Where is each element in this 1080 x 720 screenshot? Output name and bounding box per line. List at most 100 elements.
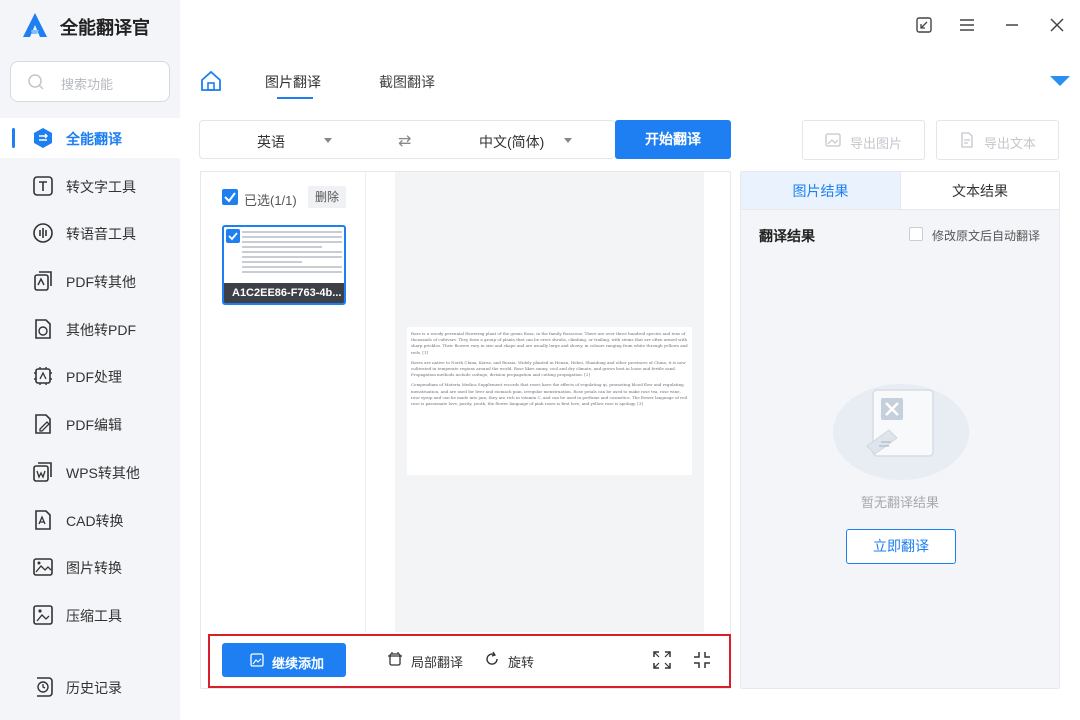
sidebar-item-label: 图片转换	[66, 560, 122, 576]
image-icon	[825, 133, 841, 147]
wps-convert-icon	[33, 462, 52, 482]
pdf-convert-icon	[34, 271, 52, 291]
continue-add-label: 继续添加	[272, 656, 325, 671]
search-icon	[28, 74, 44, 90]
sidebar-item-label: WPS转其他	[66, 465, 140, 481]
source-language-select[interactable]: 英语	[257, 132, 285, 152]
crop-icon	[388, 652, 402, 666]
minimize-icon[interactable]	[1001, 14, 1023, 36]
sidebar-item-cad-convert[interactable]: CAD转换	[0, 500, 180, 540]
translate-now-button[interactable]: 立即翻译	[846, 529, 956, 564]
fullscreen-icon[interactable]	[653, 651, 671, 669]
language-bar: 英语 ⇄ 中文(简体)	[199, 120, 615, 159]
sidebar-item-label: 转语音工具	[66, 226, 136, 242]
active-indicator	[12, 128, 15, 148]
document-paragraph: Compendium of Materia Medica Supplement …	[411, 382, 688, 407]
sidebar-item-wps-convert[interactable]: WPS转其他	[0, 452, 180, 492]
document-paragraph: Roses are native to North China, Korea, …	[411, 359, 686, 378]
document-paragraph: Rose is a woody perennial flowering plan…	[411, 331, 688, 355]
compress-icon	[33, 605, 53, 625]
exit-fullscreen-icon[interactable]	[693, 651, 711, 669]
active-tab-underline	[277, 97, 313, 99]
document-icon	[961, 132, 973, 148]
delete-button[interactable]: 删除	[308, 186, 346, 208]
translate-icon	[34, 128, 52, 148]
collapse-arrow-icon[interactable]	[1050, 76, 1070, 86]
text-tool-icon	[33, 176, 53, 196]
partial-translate-label: 局部翻译	[411, 655, 464, 670]
sidebar-item-label: 压缩工具	[66, 608, 122, 624]
empty-result-text: 暂无翻译结果	[860, 495, 939, 510]
source-panel: 已选(1/1) 删除 A1C2EE86-F763-4b... Rose is a…	[200, 171, 731, 689]
thumbnail-checkbox[interactable]	[226, 229, 240, 243]
sidebar-item-compress[interactable]: 压缩工具	[0, 595, 180, 635]
preview-toolbar: 继续添加 局部翻译 旋转	[201, 632, 730, 688]
sidebar-item-to-pdf[interactable]: 其他转PDF	[0, 309, 180, 349]
start-translate-button[interactable]: 开始翻译	[615, 120, 731, 159]
document-preview: Rose is a woody perennial flowering plan…	[407, 327, 692, 475]
sidebar-item-pdf-process[interactable]: PDF处理	[0, 356, 180, 396]
auto-translate-checkbox[interactable]	[909, 227, 923, 241]
title-bar	[180, 0, 1080, 50]
sidebar-item-image-convert[interactable]: 图片转换	[0, 547, 180, 587]
sidebar-item-pdf-convert[interactable]: PDF转其他	[0, 261, 180, 301]
sidebar-item-label: 其他转PDF	[66, 322, 136, 338]
app-title: 全能翻译官	[60, 18, 150, 38]
sidebar-search-input[interactable]: 搜索功能	[10, 61, 170, 102]
pdf-process-icon	[34, 367, 52, 385]
image-convert-icon	[33, 558, 53, 576]
sidebar-item-label: PDF编辑	[66, 417, 122, 433]
app-logo-icon	[23, 13, 47, 37]
sidebar-item-translate[interactable]: 全能翻译	[0, 118, 180, 158]
thumbnail-column: 已选(1/1) 删除 A1C2EE86-F763-4b...	[201, 172, 366, 632]
add-image-icon	[250, 653, 264, 667]
thumbnail-preview	[242, 231, 342, 276]
file-thumbnail[interactable]: A1C2EE86-F763-4b...	[222, 225, 346, 305]
empty-result-icon	[833, 384, 969, 480]
target-language-select[interactable]: 中文(简体)	[479, 132, 544, 152]
sidebar-item-label: CAD转换	[66, 513, 124, 529]
select-all-checkbox[interactable]	[222, 189, 238, 205]
sidebar-item-label: PDF转其他	[66, 274, 136, 290]
history-icon	[37, 677, 53, 697]
chevron-down-icon[interactable]	[324, 138, 332, 143]
thumbnail-filename: A1C2EE86-F763-4b...	[224, 283, 344, 303]
export-text-label: 导出文本	[984, 136, 1037, 151]
result-title: 翻译结果	[759, 228, 815, 244]
main-panel: 图片翻译 截图翻译 英语 ⇄ 中文(简体) 开始翻译 导出图片 导出文本 已选(…	[180, 50, 1080, 720]
tab-screenshot-translate[interactable]: 截图翻译	[379, 72, 435, 92]
menu-icon[interactable]	[956, 14, 978, 36]
tab-text-result[interactable]: 文本结果	[900, 172, 1059, 210]
voice-tool-icon	[33, 223, 53, 243]
home-icon[interactable]	[200, 70, 222, 92]
sidebar: 全能翻译官 搜索功能 全能翻译 转文字工具 转语音工具 PDF转其他 其他转PD…	[0, 0, 180, 720]
sidebar-item-label: 历史记录	[66, 680, 122, 696]
tab-image-translate[interactable]: 图片翻译	[265, 72, 321, 92]
swap-languages-icon[interactable]: ⇄	[398, 131, 411, 151]
export-image-label: 导出图片	[850, 136, 903, 151]
sidebar-item-text-tool[interactable]: 转文字工具	[0, 166, 180, 206]
sidebar-item-label: PDF处理	[66, 369, 122, 385]
cad-convert-icon	[35, 510, 51, 530]
sidebar-item-pdf-edit[interactable]: PDF编辑	[0, 404, 180, 444]
image-preview-area: Rose is a woody perennial flowering plan…	[395, 172, 704, 632]
close-icon[interactable]	[1046, 14, 1068, 36]
search-placeholder: 搜索功能	[61, 77, 114, 92]
rotate-label: 旋转	[508, 655, 535, 670]
export-text-button[interactable]: 导出文本	[936, 120, 1059, 160]
to-pdf-icon	[35, 319, 51, 339]
export-image-button[interactable]: 导出图片	[802, 120, 925, 160]
sidebar-item-label: 全能翻译	[66, 131, 122, 147]
sidebar-item-history[interactable]: 历史记录	[0, 667, 180, 707]
shrink-window-icon[interactable]	[913, 14, 935, 36]
selected-count: 已选(1/1)	[244, 193, 297, 208]
continue-add-button[interactable]: 继续添加	[222, 643, 346, 677]
sidebar-item-voice-tool[interactable]: 转语音工具	[0, 213, 180, 253]
tab-image-result[interactable]: 图片结果	[741, 172, 900, 210]
auto-translate-label: 修改原文后自动翻译	[932, 229, 1041, 243]
chevron-down-icon[interactable]	[564, 138, 572, 143]
rotate-icon	[486, 651, 498, 665]
pdf-edit-icon	[35, 414, 51, 434]
sidebar-item-label: 转文字工具	[66, 179, 136, 195]
result-panel: 图片结果 文本结果 翻译结果 修改原文后自动翻译 暂无翻译结果 立即翻译	[740, 171, 1060, 689]
